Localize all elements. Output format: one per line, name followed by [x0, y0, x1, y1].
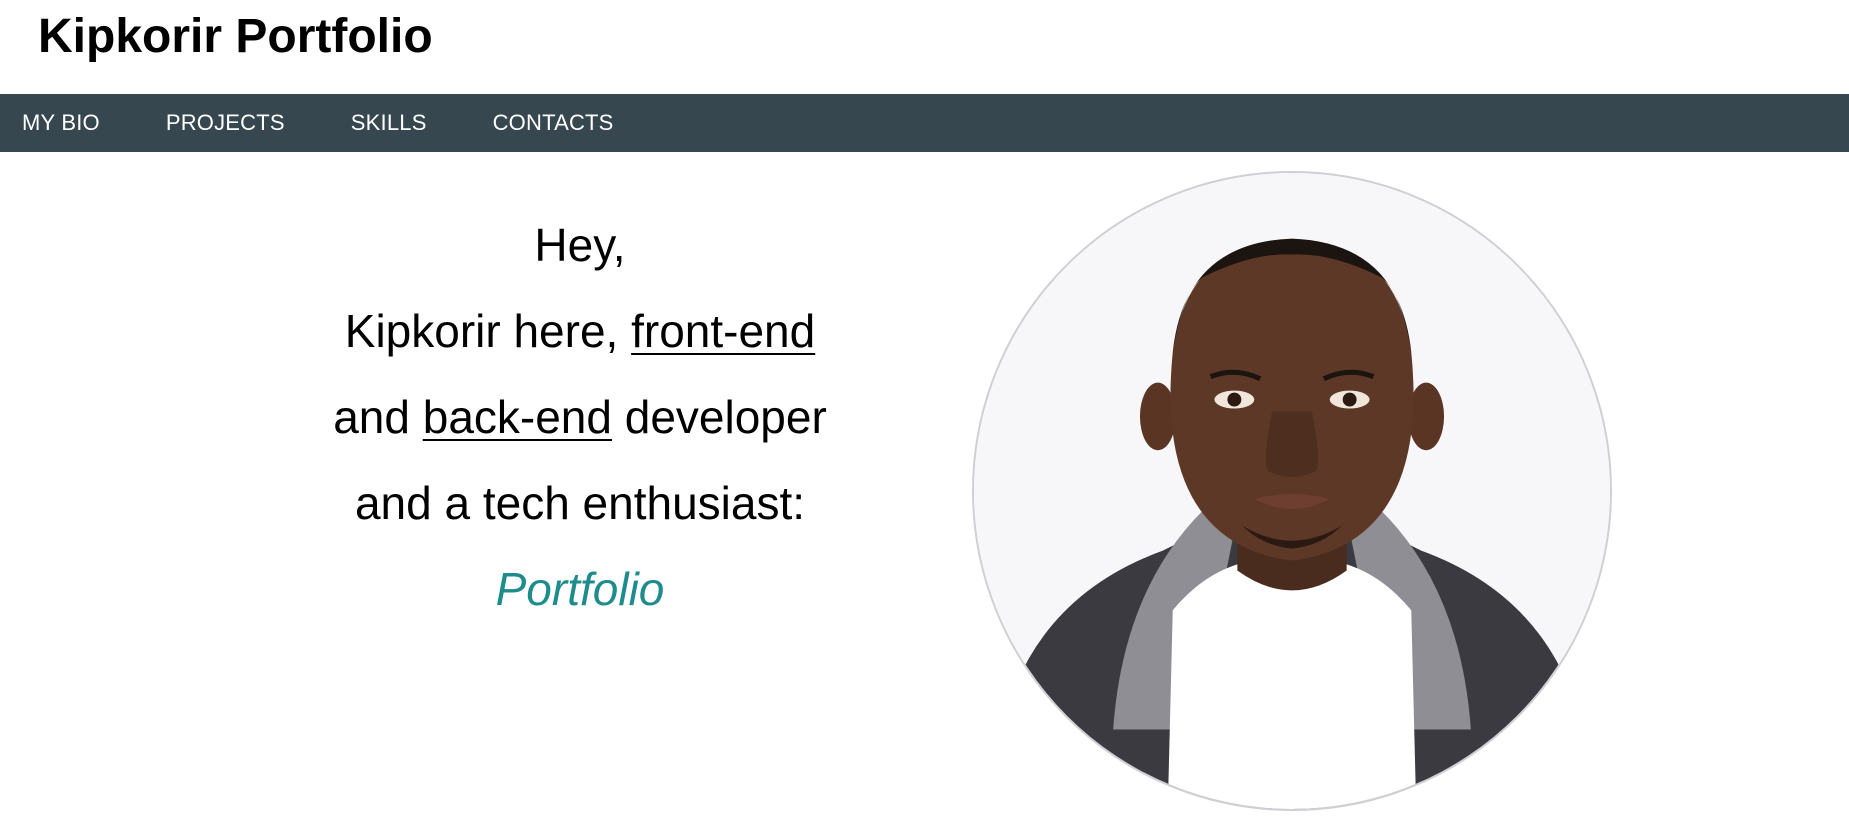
profile-photo	[972, 171, 1612, 811]
portfolio-line: Portfolio	[280, 554, 880, 640]
intro-line-2-prefix: Kipkorir here,	[344, 305, 632, 357]
back-end-link[interactable]: back-end	[423, 391, 612, 443]
main-navigation: MY BIO PROJECTS SKILLS CONTACTS	[0, 94, 1849, 152]
site-title: Kipkorir Portfolio	[38, 10, 433, 63]
intro-line-2: Kipkorir here, front-end	[280, 296, 880, 382]
site-header: Kipkorir Portfolio	[0, 0, 1849, 94]
intro-line-3: and back-end developer	[280, 382, 880, 468]
intro-line-3-prefix: and	[333, 391, 423, 443]
nav-link-skills[interactable]: SKILLS	[351, 110, 427, 136]
intro-line-3-suffix: developer	[611, 391, 827, 443]
intro-line-4: and a tech enthusiast:	[354, 477, 806, 529]
intro-section: Hey, Kipkorir here, front-end and back-e…	[280, 210, 880, 640]
nav-link-contacts[interactable]: CONTACTS	[493, 110, 614, 136]
nav-link-my-bio[interactable]: MY BIO	[22, 110, 100, 136]
nav-link-projects[interactable]: PROJECTS	[166, 110, 285, 136]
greeting-text: Hey,	[534, 219, 626, 271]
front-end-link[interactable]: front-end	[631, 305, 815, 357]
portfolio-link[interactable]: Portfolio	[496, 563, 665, 615]
profile-photo-illustration	[974, 173, 1610, 809]
